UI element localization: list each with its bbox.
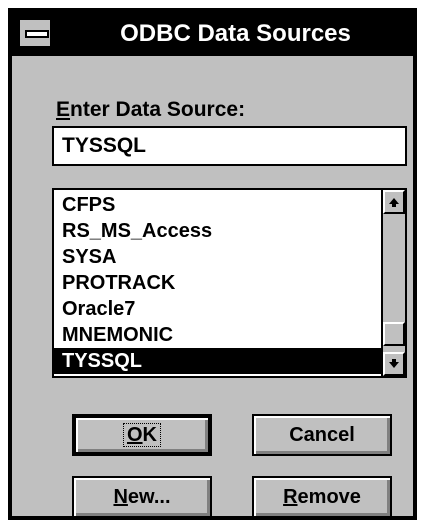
new-button-text: ew... (127, 485, 171, 508)
new-button[interactable]: New... (72, 476, 212, 518)
ok-button-text: K (142, 424, 157, 446)
remove-button-accelerator: R (283, 485, 298, 508)
cancel-button[interactable]: Cancel (252, 414, 392, 456)
new-button-label: New... (113, 486, 170, 509)
remove-button-label: Remove (283, 486, 361, 509)
list-item[interactable]: RS_MS_Access (54, 218, 381, 244)
title-bar[interactable]: ODBC Data Sources (12, 12, 413, 56)
list-item[interactable]: TYSSQL (54, 348, 381, 374)
ok-button[interactable]: OK (72, 414, 212, 456)
system-menu-icon[interactable] (18, 18, 52, 48)
data-source-list[interactable]: CFPS RS_MS_Access SYSA PROTRACK Oracle7 MNEMO… (52, 188, 407, 378)
data-source-label-accelerator: E (56, 98, 71, 121)
ok-button-accelerator: O (126, 424, 143, 446)
system-menu-bar (25, 30, 49, 38)
data-source-label: Enter Data Source: (56, 98, 245, 122)
scroll-thumb[interactable] (383, 322, 405, 346)
scroll-down-glyph (389, 359, 399, 368)
odbc-data-sources-dialog: ODBC Data Sources Enter Data Source: CFP… (8, 8, 417, 520)
list-item[interactable]: SYSA (54, 244, 381, 270)
data-source-input[interactable] (52, 126, 407, 166)
list-item[interactable]: CFPS (54, 192, 381, 218)
scroll-down-arrow-icon[interactable] (383, 352, 405, 376)
list-scrollbar[interactable] (381, 190, 405, 376)
list-item[interactable]: Oracle7 (54, 296, 381, 322)
data-source-label-text: nter Data Source: (70, 98, 246, 121)
scroll-up-glyph (389, 198, 399, 207)
cancel-button-label: Cancel (289, 423, 355, 446)
list-item[interactable]: PROTRACK (54, 270, 381, 296)
new-button-accelerator: N (113, 485, 128, 508)
screen: ODBC Data Sources Enter Data Source: CFP… (0, 0, 443, 530)
scroll-up-arrow-icon[interactable] (383, 190, 405, 214)
window-title: ODBC Data Sources (120, 20, 351, 47)
list-item[interactable]: MNEMONIC (54, 322, 381, 348)
ok-button-label: OK (122, 423, 161, 447)
data-source-list-items: CFPS RS_MS_Access SYSA PROTRACK Oracle7 MNEMO… (54, 192, 381, 376)
remove-button-text: emove (297, 485, 361, 508)
remove-button[interactable]: Remove (252, 476, 392, 518)
